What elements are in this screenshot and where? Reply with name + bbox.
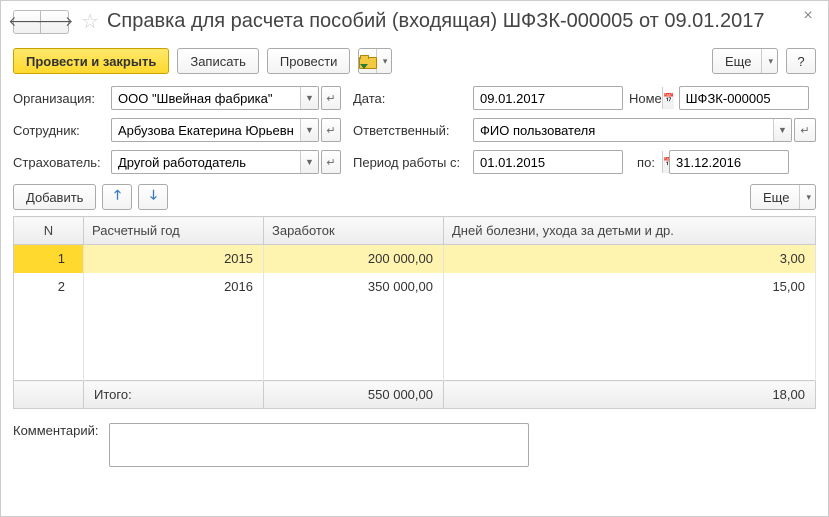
add-row-button[interactable]: Добавить: [13, 184, 96, 210]
col-header-earn[interactable]: Заработок: [264, 217, 444, 245]
col-header-days[interactable]: Дней болезни, ухода за детьми и др.: [444, 217, 816, 245]
responsible-input[interactable]: [474, 119, 773, 141]
open-insurer-button[interactable]: ↵: [321, 150, 341, 174]
period-from-label: Период работы с:: [347, 155, 467, 170]
post-button[interactable]: Провести: [267, 48, 351, 74]
help-button[interactable]: ?: [786, 48, 816, 74]
open-employee-button[interactable]: ↵: [321, 118, 341, 142]
date-input[interactable]: [474, 87, 662, 109]
cell-earn[interactable]: 200 000,00: [264, 245, 444, 273]
footer-total-earn: 550 000,00: [264, 381, 444, 409]
number-field[interactable]: [679, 86, 809, 110]
open-org-button[interactable]: ↵: [321, 86, 341, 110]
create-based-on-button[interactable]: [358, 48, 392, 74]
footer-total-label: Итого:: [84, 381, 264, 409]
save-button[interactable]: Записать: [177, 48, 259, 74]
footer-total-days: 18,00: [444, 381, 816, 409]
col-header-year[interactable]: Расчетный год: [84, 217, 264, 245]
page-title: Справка для расчета пособий (входящая) Ш…: [107, 10, 765, 33]
col-header-n[interactable]: N: [14, 217, 84, 245]
dropdown-icon[interactable]: ▼: [300, 87, 318, 109]
date-label: Дата:: [347, 91, 467, 106]
post-and-close-button[interactable]: Провести и закрыть: [13, 48, 169, 74]
cell-year[interactable]: 2015: [84, 245, 264, 273]
earnings-table: N Расчетный год Заработок Дней болезни, …: [13, 216, 816, 409]
period-to-field[interactable]: 📅: [669, 150, 789, 174]
close-button[interactable]: ×: [798, 7, 818, 27]
insurer-input[interactable]: [112, 151, 300, 173]
number-input[interactable]: [680, 87, 829, 109]
org-input[interactable]: [112, 87, 300, 109]
nav-forward-button[interactable]: 🡒: [41, 10, 69, 34]
period-to-input[interactable]: [670, 151, 829, 173]
table-row[interactable]: 12015200 000,003,00: [14, 245, 816, 273]
cell-n[interactable]: 1: [14, 245, 84, 273]
comment-label: Комментарий:: [13, 423, 99, 438]
favorite-star-icon[interactable]: ☆: [81, 9, 99, 34]
employee-combo[interactable]: ▼: [111, 118, 319, 142]
period-from-field[interactable]: 📅: [473, 150, 623, 174]
cell-earn[interactable]: 350 000,00: [264, 273, 444, 301]
insurer-label: Страхователь:: [13, 155, 105, 170]
cell-year[interactable]: 2016: [84, 273, 264, 301]
employee-input[interactable]: [112, 119, 300, 141]
table-more-button[interactable]: Еще: [750, 184, 816, 210]
responsible-label: Ответственный:: [347, 123, 467, 138]
dropdown-icon[interactable]: ▼: [300, 119, 318, 141]
table-row[interactable]: 22016350 000,0015,00: [14, 273, 816, 301]
comment-textarea[interactable]: [109, 423, 529, 467]
insurer-combo[interactable]: ▼: [111, 150, 319, 174]
cell-days[interactable]: 15,00: [444, 273, 816, 301]
org-combo[interactable]: ▼: [111, 86, 319, 110]
dropdown-icon[interactable]: ▼: [300, 151, 318, 173]
date-field[interactable]: 📅: [473, 86, 623, 110]
period-from-input[interactable]: [474, 151, 662, 173]
employee-label: Сотрудник:: [13, 123, 105, 138]
responsible-combo[interactable]: ▼: [473, 118, 792, 142]
org-label: Организация:: [13, 91, 105, 106]
move-up-button[interactable]: 🡑: [102, 184, 132, 210]
open-responsible-button[interactable]: ↵: [794, 118, 816, 142]
folder-icon: [359, 55, 365, 67]
cell-n[interactable]: 2: [14, 273, 84, 301]
calendar-icon[interactable]: 📅: [662, 87, 674, 109]
move-down-button[interactable]: 🡓: [138, 184, 168, 210]
dropdown-icon[interactable]: ▼: [773, 119, 791, 141]
cell-days[interactable]: 3,00: [444, 245, 816, 273]
more-actions-button[interactable]: Еще: [712, 48, 778, 74]
